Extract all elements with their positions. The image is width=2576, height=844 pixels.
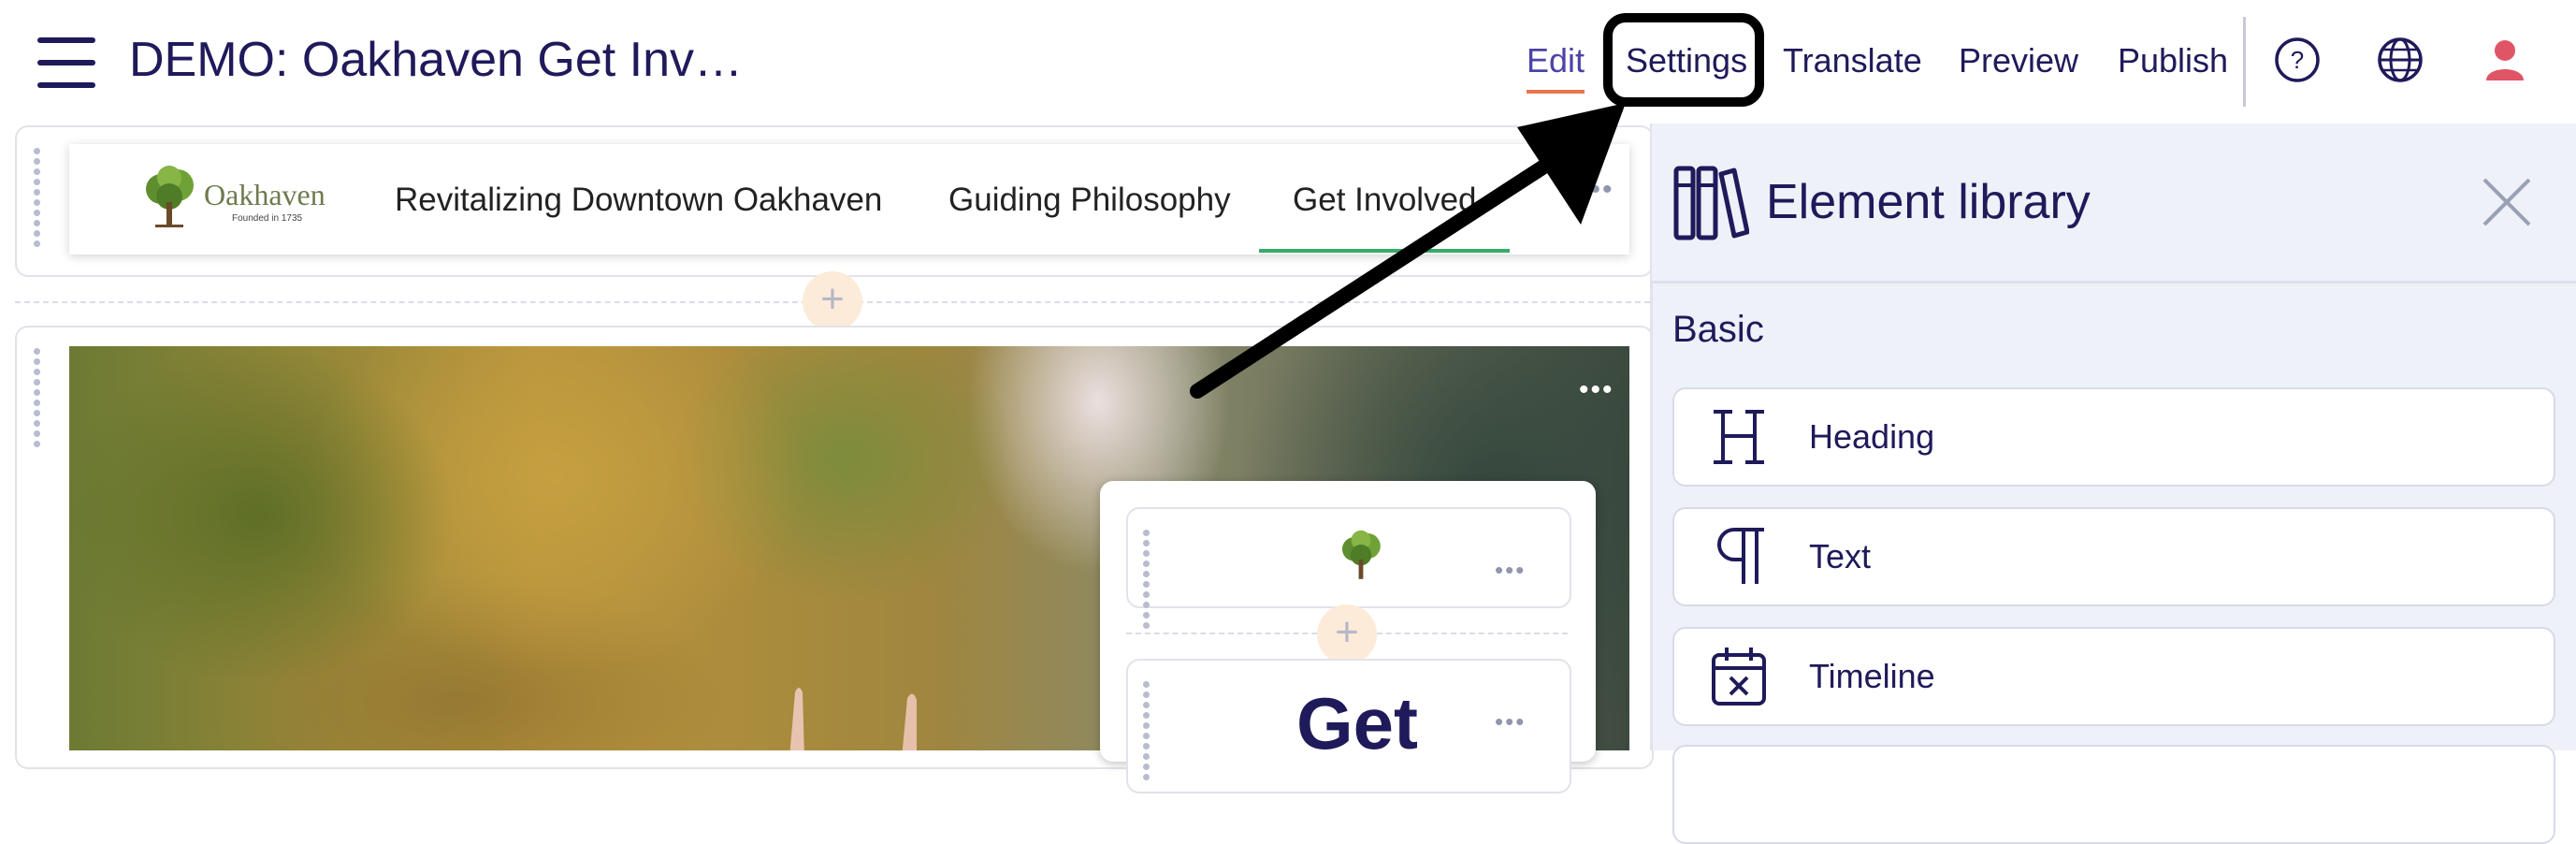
logo-element-drag-handle[interactable] bbox=[1143, 530, 1164, 633]
add-inner-element-button[interactable]: + bbox=[1317, 604, 1377, 664]
library-item-text[interactable]: Text bbox=[1672, 507, 2555, 606]
logo-subtitle: Founded in 1735 bbox=[232, 213, 303, 224]
nav-translate-tab[interactable]: Translate bbox=[1783, 41, 1922, 80]
library-item-label: Heading bbox=[1809, 417, 1935, 456]
hero-block-drag-handle[interactable] bbox=[34, 348, 54, 451]
library-item-timeline[interactable]: Timeline bbox=[1672, 627, 2555, 726]
library-item-next[interactable] bbox=[1672, 745, 2555, 844]
svg-text:?: ? bbox=[2291, 46, 2304, 74]
books-icon bbox=[1673, 166, 1749, 240]
toolbar-divider bbox=[2243, 17, 2246, 107]
site-nav-item[interactable]: Revitalizing Downtown Oakhaven bbox=[395, 182, 882, 219]
close-icon[interactable] bbox=[2481, 176, 2533, 228]
nav-preview-tab[interactable]: Preview bbox=[1959, 41, 2078, 80]
nav-publish-tab[interactable]: Publish bbox=[2118, 41, 2228, 80]
logo-element-more-icon[interactable]: ••• bbox=[1495, 556, 1526, 585]
heading-icon bbox=[1714, 410, 1764, 464]
heading-element-drag-handle[interactable] bbox=[1143, 681, 1164, 784]
library-item-heading[interactable]: Heading bbox=[1672, 387, 2555, 487]
library-item-label: Text bbox=[1809, 537, 1872, 575]
element-library-title: Element library bbox=[1766, 175, 2091, 229]
hero-heading: Get bbox=[1296, 682, 1419, 764]
add-block-button[interactable]: + bbox=[803, 271, 862, 331]
hamburger-menu-icon[interactable] bbox=[37, 37, 97, 88]
globe-icon[interactable] bbox=[2374, 34, 2426, 86]
raised-hands-figure bbox=[789, 688, 917, 750]
basic-section-label: Basic bbox=[1672, 309, 1764, 350]
calendar-x-icon bbox=[1712, 648, 1766, 706]
tree-image-icon bbox=[1342, 530, 1381, 579]
page-title: DEMO: Oakhaven Get Inv… bbox=[129, 33, 744, 87]
oak-tree-logo-icon bbox=[146, 166, 194, 227]
heading-element-more-icon[interactable]: ••• bbox=[1495, 707, 1526, 736]
header-block-drag-handle[interactable] bbox=[34, 148, 54, 251]
paragraph-icon bbox=[1717, 528, 1764, 584]
help-icon[interactable]: ? bbox=[2271, 34, 2323, 86]
user-avatar-icon[interactable] bbox=[2479, 34, 2531, 86]
logo-name: Oakhaven bbox=[204, 178, 326, 211]
library-item-label: Timeline bbox=[1809, 657, 1935, 695]
annotation-arrow-icon bbox=[1190, 103, 1626, 399]
